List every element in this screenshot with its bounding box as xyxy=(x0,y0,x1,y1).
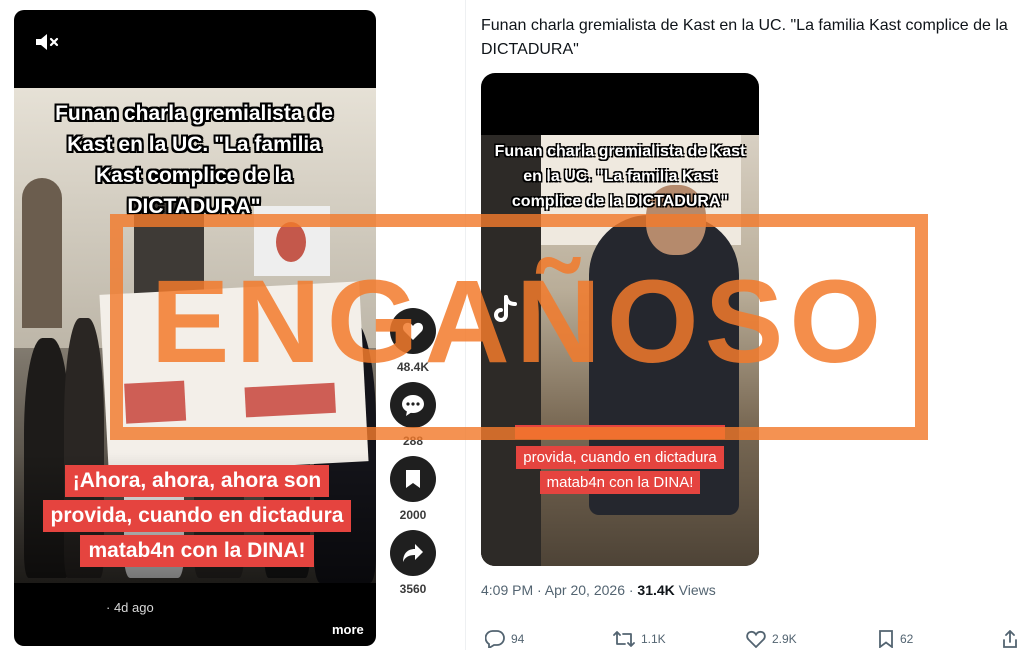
mute-icon[interactable] xyxy=(34,32,62,52)
views-label: Views xyxy=(674,582,716,598)
post-actions: 94 1.1K 2.9K 62 xyxy=(485,630,1019,650)
bookmark-count: 62 xyxy=(900,632,914,646)
subtitle-line: matab4n con la DINA! xyxy=(80,535,314,567)
repost-button[interactable]: 1.1K xyxy=(613,630,666,648)
like-count: 2.9K xyxy=(772,632,797,646)
repost-icon xyxy=(613,631,635,647)
share-icon[interactable] xyxy=(390,530,436,576)
subtitle-line: provida, cuando en dictadura xyxy=(516,446,724,469)
embedded-video-caption: Funan charla gremialista de Kast en la U… xyxy=(494,143,746,210)
post-text: Funan charla gremialista de Kast en la U… xyxy=(481,17,1008,58)
like-icon xyxy=(746,630,766,648)
reply-count: 94 xyxy=(511,632,525,646)
subtitle-line: ¡Ahora, ahora, ahora son xyxy=(64,465,330,497)
share-count: 3560 xyxy=(399,582,427,596)
save-count: 2000 xyxy=(399,508,427,522)
post-date: · 4d ago xyxy=(106,600,154,615)
subtitle-line: provida, cuando en dictadura xyxy=(42,500,352,532)
post-meta: 4:09 PM · Apr 20, 2026 · 31.4K Views xyxy=(481,582,716,598)
fact-check-stamp-label: ENGAÑOSO xyxy=(150,256,888,388)
bookmark-icon[interactable] xyxy=(390,456,436,502)
reply-icon xyxy=(485,630,505,648)
bookmark-button[interactable]: 62 xyxy=(878,630,913,648)
repost-count: 1.1K xyxy=(641,632,666,646)
tiktok-subtitle: ¡Ahora, ahora, ahora son provida, cuando… xyxy=(32,465,362,570)
x-bookmark-icon xyxy=(879,630,893,648)
subtitle-line: matab4n con la DINA! xyxy=(539,471,701,494)
like-button[interactable]: 2.9K xyxy=(746,630,797,648)
share-button[interactable] xyxy=(1003,630,1017,648)
view-count: 31.4K xyxy=(637,582,675,598)
reply-button[interactable]: 94 xyxy=(485,630,524,648)
share-action[interactable]: 3560 xyxy=(378,530,448,596)
x-share-icon xyxy=(1003,630,1017,648)
tiktok-video-caption: Funan charla gremialista de Kast en la U… xyxy=(55,102,333,218)
more-link[interactable]: more xyxy=(332,622,364,637)
post-timestamp[interactable]: 4:09 PM · Apr 20, 2026 · xyxy=(481,582,637,598)
save-action[interactable]: 2000 xyxy=(378,456,448,522)
